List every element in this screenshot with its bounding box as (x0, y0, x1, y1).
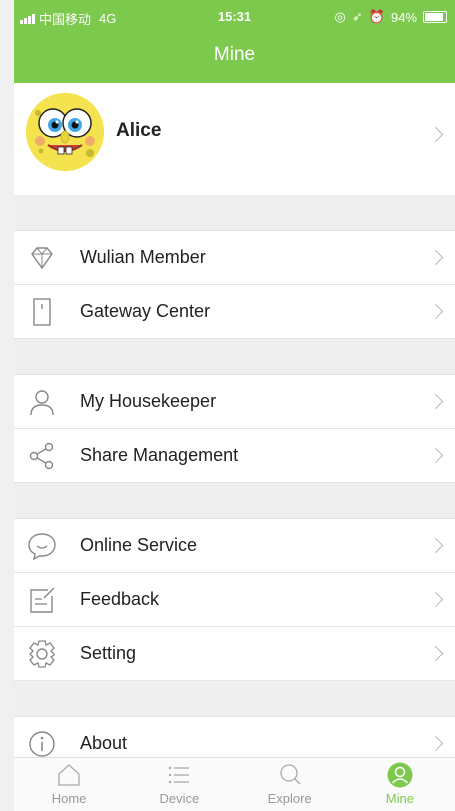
tab-explore[interactable]: Explore (235, 758, 345, 811)
status-right: ◎ ➶ ⏰ 94% (335, 9, 447, 25)
avatar (26, 93, 104, 171)
avatar-image (26, 93, 104, 171)
menu-item-label: Online Service (80, 535, 198, 555)
chevron-right-icon (427, 447, 444, 464)
navigation-icon: ➶ (351, 9, 363, 24)
battery-icon (423, 11, 447, 23)
section-gap (14, 339, 455, 375)
chevron-right-icon (427, 126, 444, 143)
menu-item-label: Feedback (80, 589, 160, 609)
menu-item-label: Gateway Center (80, 301, 211, 321)
menu-item-setting[interactable]: Setting (14, 627, 455, 681)
chevron-right-icon (427, 537, 444, 554)
menu-item-label: Share Management (80, 445, 239, 465)
top-bar: 中国移动 4G 15:31 ◎ ➶ ⏰ 94% Mine (14, 0, 455, 83)
tab-label: Explore (267, 791, 312, 806)
tab-label: Home (51, 791, 87, 806)
chevron-right-icon (427, 645, 444, 662)
chat-icon (28, 533, 56, 561)
menu-item-feedback[interactable]: Feedback (14, 573, 455, 627)
menu-item-online-service[interactable]: Online Service (14, 519, 455, 573)
menu-item-wulian-member[interactable]: Wulian Member (14, 231, 455, 285)
tab-label: Device (159, 791, 200, 806)
info-icon (29, 731, 55, 757)
chevron-right-icon (427, 735, 444, 752)
profile-name: Alice (116, 120, 162, 141)
tab-home[interactable]: Home (14, 758, 124, 811)
diamond-icon (31, 247, 53, 270)
chevron-right-icon (427, 249, 444, 266)
tab-bar: Home Device Explore Mine (14, 757, 455, 811)
search-icon (279, 764, 301, 785)
edit-icon (30, 587, 55, 613)
person-icon (30, 390, 54, 416)
gateway-icon (33, 298, 51, 326)
menu-item-label: Wulian Member (80, 247, 206, 267)
section-gap (14, 195, 455, 231)
chevron-right-icon (427, 393, 444, 410)
menu-item-label: About (80, 733, 128, 753)
share-icon (29, 442, 54, 470)
chevron-right-icon (427, 591, 444, 608)
alarm-icon: ⏰ (368, 9, 385, 24)
home-icon (58, 764, 80, 786)
list-icon (169, 766, 190, 784)
tab-label: Mine (385, 791, 414, 806)
menu-item-share-management[interactable]: Share Management (14, 429, 455, 483)
battery-label: 94% (390, 9, 417, 25)
menu-item-label: Setting (80, 643, 137, 663)
user-icon (387, 762, 413, 788)
status-bar: 中国移动 4G 15:31 ◎ ➶ ⏰ 94% (14, 6, 455, 28)
main-content: Alice Wulian Member Gateway Center My Ho… (14, 83, 455, 771)
tab-mine[interactable]: Mine (345, 758, 455, 811)
page-title: Mine (213, 44, 256, 65)
section-gap (14, 681, 455, 717)
gear-icon (29, 640, 55, 668)
section-gap (14, 483, 455, 519)
location-icon: ◎ (334, 9, 346, 24)
menu-item-label: My Housekeeper (80, 391, 217, 411)
menu-item-gateway-center[interactable]: Gateway Center (14, 285, 455, 339)
chevron-right-icon (427, 303, 444, 320)
profile-row[interactable]: Alice (14, 83, 455, 195)
tab-device[interactable]: Device (124, 758, 234, 811)
menu-item-my-housekeeper[interactable]: My Housekeeper (14, 375, 455, 429)
